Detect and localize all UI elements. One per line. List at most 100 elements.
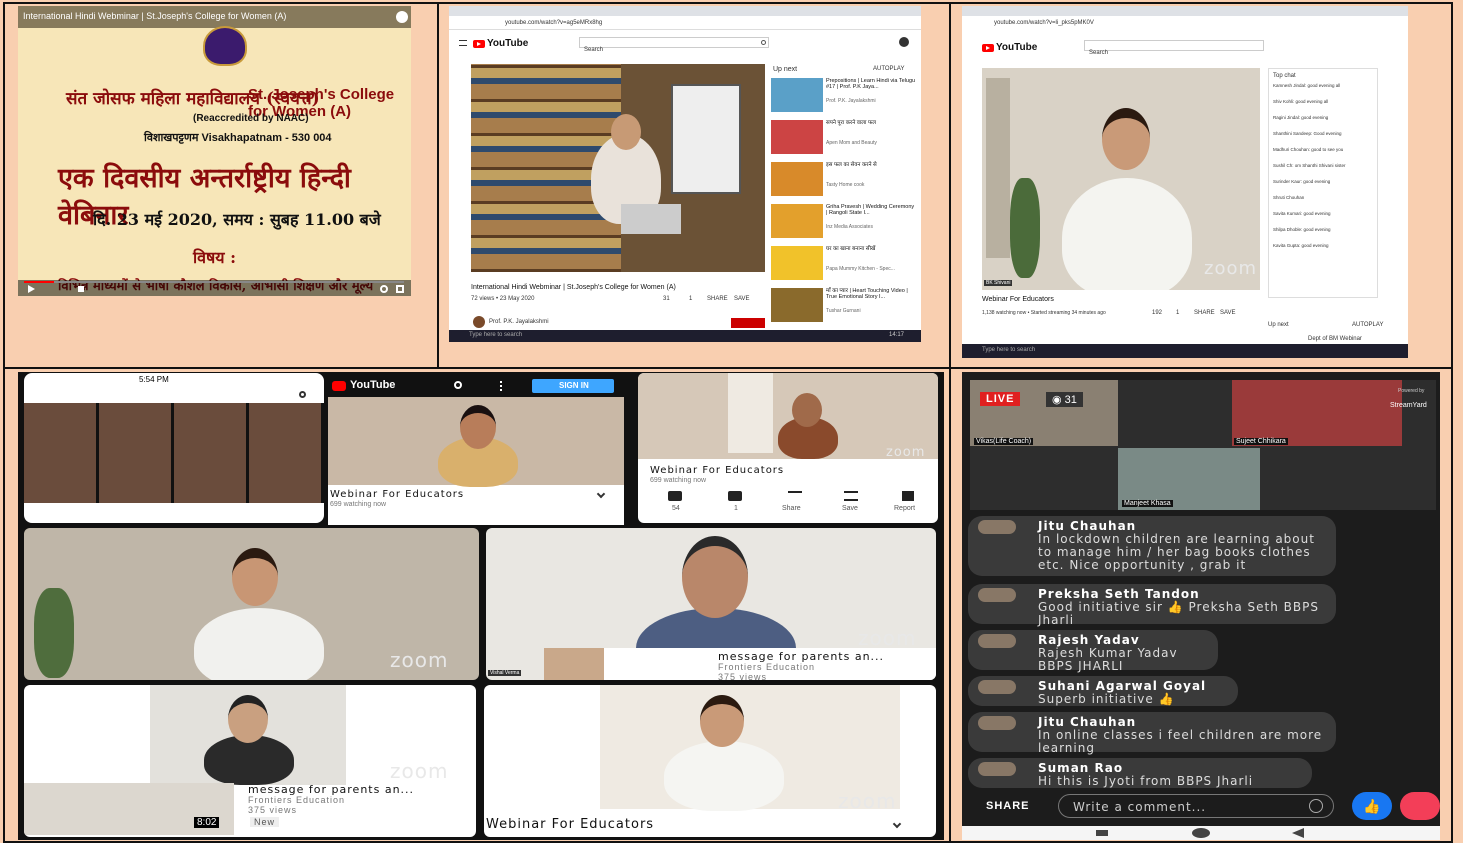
gallery-grid	[24, 403, 324, 503]
webinar-banner-video[interactable]: International Hindi Webminar | St.Joseph…	[18, 6, 411, 296]
address-url[interactable]: youtube.com/watch?v=li_pks5pMK0V	[994, 20, 1094, 26]
video-title: International Hindi Webminar | St.Joseph…	[471, 284, 676, 291]
save-button[interactable]: SAVE	[1220, 310, 1236, 316]
share-label[interactable]: Share	[782, 505, 801, 512]
chevron-down-icon[interactable]	[892, 819, 902, 829]
youtube-logo[interactable]: YouTube	[473, 38, 528, 49]
share-icon[interactable]	[788, 491, 802, 501]
avatar[interactable]	[978, 520, 1016, 534]
hamburger-menu-icon[interactable]	[459, 40, 467, 46]
volume-icon[interactable]	[78, 286, 84, 292]
address-url[interactable]: youtube.com/watch?v=ag5eMRx8hg	[505, 20, 602, 26]
date-time: दि. 23 मई 2020, समय : सुबह 11.00 बजे	[93, 210, 381, 229]
mini-player-card[interactable]: message for parents an... Frontiers Educ…	[544, 648, 936, 680]
recents-icon[interactable]	[1096, 830, 1108, 836]
chevron-down-icon[interactable]	[596, 489, 606, 499]
channel-avatar[interactable]	[473, 316, 485, 328]
zoom-speaker-video-3[interactable]: zoom 8:02 message for parents an... Fron…	[24, 685, 476, 837]
avatar[interactable]	[899, 37, 909, 47]
taskbar-search[interactable]: Type here to search	[982, 347, 1035, 353]
browser-tabbar	[449, 6, 921, 16]
mini-views: 375 views	[718, 672, 768, 680]
comment-text: Hi this is Jyoti from BBPS Jharli	[1038, 774, 1254, 788]
speaker-head	[1102, 108, 1150, 170]
like-button[interactable]: 👍	[1352, 792, 1392, 820]
like-icon[interactable]	[668, 491, 682, 501]
avatar[interactable]	[978, 680, 1016, 694]
chat-message: Kavita Gupta: good evening	[1273, 243, 1329, 248]
search-input[interactable]: Search	[579, 37, 769, 53]
search-placeholder: Search	[1089, 50, 1109, 56]
autoplay-label: AUTOPLAY	[873, 66, 905, 72]
home-icon[interactable]	[1192, 828, 1210, 838]
rec-title[interactable]: Dept of BM Webinar	[1308, 336, 1362, 342]
like-count[interactable]: 192	[1152, 310, 1162, 316]
dislike-count[interactable]: 1	[689, 296, 692, 302]
top-chat-label[interactable]: Top chat	[1269, 69, 1377, 83]
report-label[interactable]: Report	[894, 505, 915, 512]
report-icon[interactable]	[902, 491, 914, 501]
love-button[interactable]	[1400, 792, 1440, 820]
search-input[interactable]: Search	[1084, 40, 1264, 56]
like-count[interactable]: 31	[663, 296, 670, 302]
rec-title: Griha Pravesh | Wedding Ceremony | Rango…	[826, 204, 915, 216]
stream-video[interactable]: Vikas(Life Coach) Sujeet Chhikara Manjee…	[970, 380, 1436, 510]
rec-meta: Tasty Home cook	[826, 182, 865, 188]
video-player[interactable]	[328, 397, 624, 487]
video-player[interactable]	[471, 64, 765, 272]
save-label[interactable]: Save	[842, 505, 858, 512]
mini-channel: Frontiers Education	[718, 662, 816, 672]
progress-bar[interactable]	[24, 281, 404, 283]
back-icon[interactable]	[1292, 828, 1304, 838]
play-icon[interactable]	[28, 285, 35, 293]
youtube-logo[interactable]: YouTube	[982, 42, 1037, 53]
avatar[interactable]	[978, 634, 1016, 648]
avatar[interactable]	[978, 762, 1016, 776]
sign-in-button[interactable]: SIGN IN	[532, 379, 614, 393]
emoji-icon[interactable]	[1309, 799, 1323, 813]
share-button[interactable]: SHARE	[1194, 310, 1215, 316]
chat-message: Ragini Jindal: good evening	[1273, 115, 1329, 120]
rec-item[interactable]: Prepositions | Learn Hindi via Telugu #1…	[771, 78, 917, 116]
video-player[interactable]: zoom	[638, 373, 938, 460]
recommendation-list: Prepositions | Learn Hindi via Telugu #1…	[771, 78, 917, 326]
more-icon[interactable]	[500, 381, 502, 391]
chat-message: Surinder Kaur: good evening	[1273, 179, 1331, 184]
clock-icon[interactable]	[396, 11, 408, 23]
rec-title: Prepositions | Learn Hindi via Telugu #1…	[826, 78, 916, 90]
rec-item[interactable]: घर का खाना बनाना सीखें Papa Mummy Kitchen…	[771, 246, 917, 284]
share-button[interactable]: SHARE	[986, 800, 1030, 812]
settings-icon[interactable]	[380, 285, 388, 293]
rec-item[interactable]: सपने पूरा करने वाला फल Apen Mom and Beaut…	[771, 120, 917, 158]
zoom-gallery-screen: 5:54 PM	[24, 373, 324, 523]
rec-item[interactable]: माँ का प्यार | Heart Touching Video | Tr…	[771, 288, 917, 326]
youtube-wordmark[interactable]: YouTube	[350, 379, 395, 391]
taskbar-search[interactable]: Type here to search	[469, 332, 522, 338]
dislike-count[interactable]: 1	[1176, 310, 1179, 316]
zoom-speaker-video-2[interactable]: zoom Vishal Verma message for parents an…	[486, 528, 936, 680]
youtube-logo-play[interactable]	[332, 381, 346, 391]
rec-item[interactable]: Griha Pravesh | Wedding Ceremony | Rango…	[771, 204, 917, 242]
zoom-speaker-video-1[interactable]: zoom	[24, 528, 479, 680]
search-icon[interactable]	[299, 391, 306, 398]
save-icon[interactable]	[844, 491, 858, 501]
chat-message: Shilpa Dhoble: good evening	[1273, 227, 1331, 232]
live-video-player[interactable]: zoom BK Shivani	[982, 68, 1260, 290]
comment-item: Suhani Agarwal Goyal Superb initiative 👍	[968, 676, 1238, 706]
fullscreen-icon[interactable]	[396, 285, 404, 293]
subscribe-button[interactable]	[731, 318, 765, 328]
share-button[interactable]: SHARE	[707, 296, 728, 302]
search-icon[interactable]	[454, 381, 462, 389]
dislike-icon[interactable]	[728, 491, 742, 501]
rec-item[interactable]: इस फल का सेवन करने से Tasty Home cook	[771, 162, 917, 200]
comment-input[interactable]: Write a comment...	[1058, 794, 1334, 818]
search-icon[interactable]	[761, 40, 766, 45]
channel-name[interactable]: Prof. P.K. Jayalakshmi	[489, 319, 549, 325]
save-button[interactable]: SAVE	[734, 296, 750, 302]
avatar[interactable]	[978, 588, 1016, 602]
plant	[1010, 178, 1040, 278]
zoom-speaker-video-4[interactable]: zoom Webinar For Educators	[484, 685, 936, 837]
speaker-head	[700, 695, 744, 747]
participant-2-name: Sujeet Chhikara	[1234, 438, 1288, 445]
avatar[interactable]	[978, 716, 1016, 730]
